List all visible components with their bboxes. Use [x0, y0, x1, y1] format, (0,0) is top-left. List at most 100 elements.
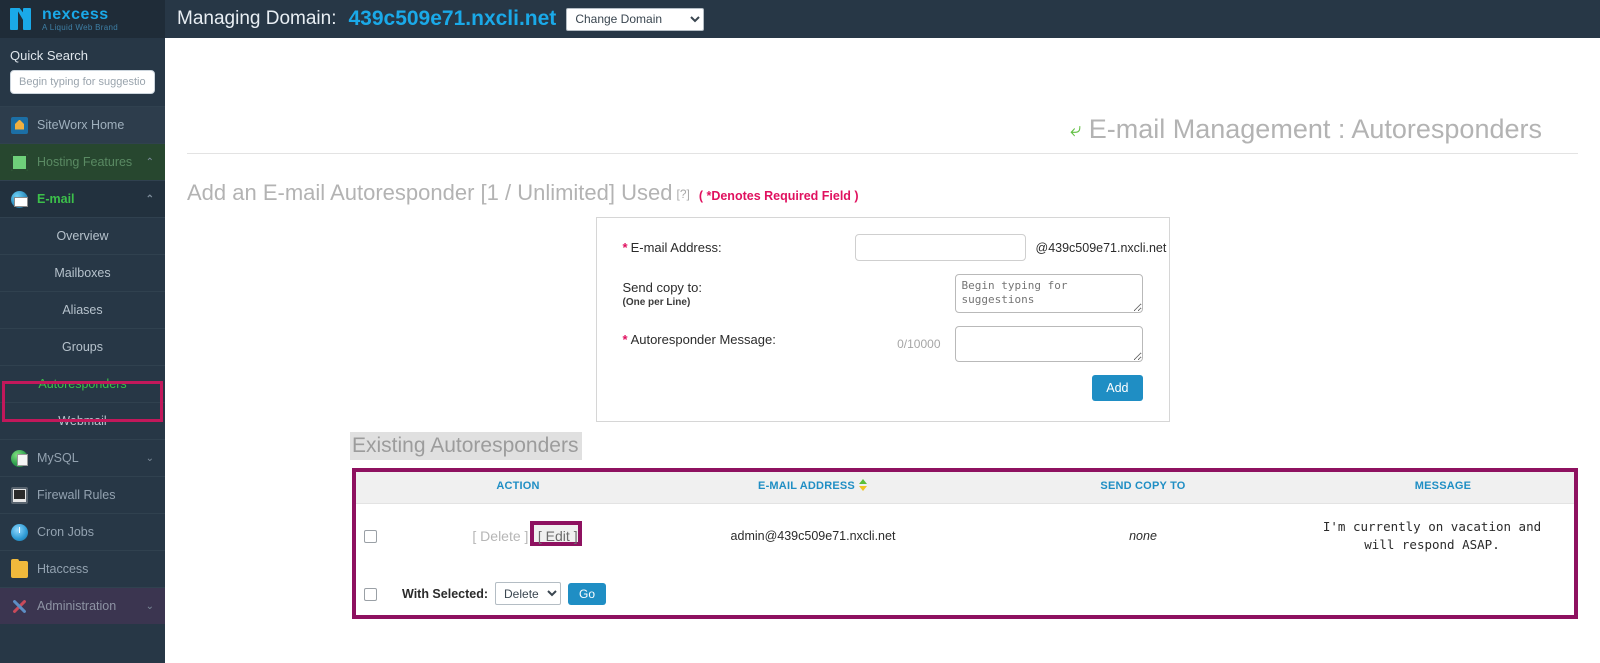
row-checkbox[interactable]: [363, 530, 377, 544]
bulk-action-select[interactable]: Delete: [495, 582, 562, 606]
column-header-action[interactable]: ACTION: [388, 468, 648, 504]
autoresponder-message-row: * Autoresponder Message: 0/10000: [623, 326, 1143, 362]
column-header-email-address-text: E-MAIL ADDRESS: [758, 480, 855, 492]
quick-search-label: Quick Search: [10, 48, 89, 63]
sidebar-item-label: Administration: [37, 599, 117, 613]
bulk-action-row: With Selected: Delete Go: [352, 568, 1578, 619]
row-action-cell: [ Delete ] [ Edit ]: [388, 504, 648, 569]
page-title-row: ⤷ E-mail Management : Autoresponders: [187, 38, 1578, 154]
sidebar-item-webmail[interactable]: Webmail: [0, 402, 165, 439]
sidebar-item-label: MySQL: [37, 451, 79, 465]
arrow-icon: ⤷: [1069, 118, 1081, 141]
required-field-note: ( *Denotes Required Field ): [698, 189, 859, 203]
column-header-email-address[interactable]: E-MAIL ADDRESS: [648, 468, 978, 504]
chevron-up-icon[interactable]: ⌃: [146, 194, 154, 205]
nexcess-logo-icon: [10, 8, 36, 30]
monitor-icon: [11, 153, 28, 171]
sidebar-item-cron-jobs[interactable]: Cron Jobs: [0, 513, 165, 550]
send-copy-label-text: Send copy to:: [622, 280, 703, 295]
sidebar-subitem-label: Overview: [56, 229, 109, 243]
send-copy-label: Send copy to: (One per Line): [623, 274, 855, 308]
table-row: [ Delete ] [ Edit ] admin@439c509e71.nxc…: [352, 504, 1578, 569]
sidebar-item-autoresponders[interactable]: Autoresponders: [0, 365, 165, 402]
quick-search-section: Quick Search: [0, 38, 165, 106]
edit-link-wrapper[interactable]: [ Edit ]: [529, 521, 582, 547]
delete-link[interactable]: [ Delete ]: [472, 528, 528, 544]
sidebar-item-groups[interactable]: Groups: [0, 328, 165, 365]
add-button-row: Add: [623, 375, 1143, 401]
sidebar-item-label: SiteWorx Home: [37, 118, 125, 132]
page-title: ⤷ E-mail Management : Autoresponders: [1070, 114, 1542, 145]
sidebar-item-label: Hosting Features: [37, 155, 133, 169]
sidebar-item-label: E-mail: [37, 192, 75, 206]
email-address-input[interactable]: [854, 234, 1026, 261]
brand-tagline: A Liquid Web Brand: [42, 22, 118, 32]
sidebar-item-label: Htaccess: [37, 562, 89, 576]
required-star: *: [622, 332, 628, 347]
send-copy-textarea[interactable]: [954, 274, 1143, 313]
sidebar-item-mysql[interactable]: MySQL ⌄: [0, 439, 165, 476]
sidebar-item-siteworx-home[interactable]: SiteWorx Home: [0, 106, 165, 143]
go-button[interactable]: Go: [568, 582, 607, 605]
column-header-send-copy-to[interactable]: SEND COPY TO: [978, 468, 1308, 504]
email-address-label: * E-mail Address:: [623, 234, 855, 255]
autoresponder-message-label: * Autoresponder Message:: [623, 326, 855, 347]
with-selected-label: With Selected:: [402, 586, 489, 601]
email-domain-suffix: @439c509e71.nxcli.net: [1035, 241, 1167, 255]
sidebar-item-htaccess[interactable]: Htaccess: [0, 550, 165, 587]
mysql-icon: [11, 449, 28, 467]
sidebar-item-email[interactable]: E-mail ⌃: [0, 180, 165, 217]
tools-icon: [11, 598, 28, 615]
bulk-action-cell: With Selected: Delete Go: [388, 568, 1578, 619]
sidebar-item-administration[interactable]: Administration ⌄: [0, 587, 165, 624]
sidebar-item-label: Cron Jobs: [37, 525, 94, 539]
sidebar-item-aliases[interactable]: Aliases: [0, 291, 165, 328]
sidebar-subitem-label: Autoresponders: [38, 377, 127, 391]
managing-domain-label: Managing Domain:: [177, 8, 337, 29]
message-character-counter: 0/10000: [897, 337, 941, 351]
sort-arrows-icon[interactable]: [858, 479, 868, 491]
column-header-message[interactable]: MESSAGE: [1308, 468, 1578, 504]
sidebar-item-overview[interactable]: Overview: [0, 217, 165, 254]
autoresponder-message-textarea[interactable]: [954, 326, 1143, 362]
edit-link[interactable]: [ Edit ]: [538, 528, 578, 544]
topbar: Managing Domain: 439c509e71.nxcli.net Ch…: [165, 0, 1600, 38]
sidebar-item-firewall-rules[interactable]: Firewall Rules: [0, 476, 165, 513]
sidebar-subitem-label: Webmail: [58, 414, 107, 428]
home-icon: [11, 116, 28, 134]
chevron-up-icon[interactable]: ⌃: [146, 157, 154, 168]
chevron-down-icon[interactable]: ⌄: [146, 601, 154, 612]
select-all-checkbox-cell: [352, 568, 388, 619]
help-icon[interactable]: [?]: [676, 187, 689, 201]
sidebar-item-label: Firewall Rules: [37, 488, 116, 502]
email-address-row: * E-mail Address: @439c509e71.nxcli.net: [623, 234, 1166, 261]
add-autoresponder-heading: Add an E-mail Autoresponder [1 / Unlimit…: [187, 180, 673, 205]
sidebar-item-hosting-features[interactable]: Hosting Features ⌃: [0, 143, 165, 180]
select-all-checkbox[interactable]: [363, 587, 377, 601]
add-button[interactable]: Add: [1092, 375, 1143, 401]
main-content: Managing Domain: 439c509e71.nxcli.net Ch…: [165, 0, 1600, 663]
send-copy-row: Send copy to: (One per Line): [623, 274, 1143, 313]
clock-icon: [11, 523, 28, 541]
page-title-text: E-mail Management : Autoresponders: [1088, 114, 1542, 144]
sidebar-subitem-label: Groups: [62, 340, 103, 354]
sidebar-subitem-label: Aliases: [62, 303, 103, 317]
add-autoresponder-heading-row: Add an E-mail Autoresponder [1 / Unlimit…: [187, 180, 1600, 206]
managing-domain-value: 439c509e71.nxcli.net: [348, 7, 557, 30]
sidebar-nav: SiteWorx Home Hosting Features ⌃ E-mail …: [0, 106, 165, 624]
autoresponder-message-label-text: Autoresponder Message:: [630, 332, 776, 347]
sidebar-item-mailboxes[interactable]: Mailboxes: [0, 254, 165, 291]
quick-search-input[interactable]: [10, 70, 155, 94]
folder-icon: [11, 558, 28, 578]
existing-autoresponders-table-wrap: ACTION E-MAIL ADDRESS SEND COPY TO MESSA…: [352, 468, 1578, 620]
firewall-icon: [11, 486, 28, 504]
email-address-label-text: E-mail Address:: [630, 240, 722, 255]
row-message: I'm currently on vacation and will respo…: [1322, 519, 1542, 553]
change-domain-select[interactable]: Change Domain: [566, 7, 705, 31]
chevron-down-icon[interactable]: ⌄: [146, 453, 154, 464]
email-icon: [11, 190, 28, 208]
existing-autoresponders-title: Existing Autoresponders: [350, 432, 583, 460]
row-send-copy-to: none: [1129, 529, 1157, 544]
row-email-address: admin@439c509e71.nxcli.net: [730, 529, 896, 544]
brand-logo[interactable]: nexcess A Liquid Web Brand: [0, 0, 165, 38]
